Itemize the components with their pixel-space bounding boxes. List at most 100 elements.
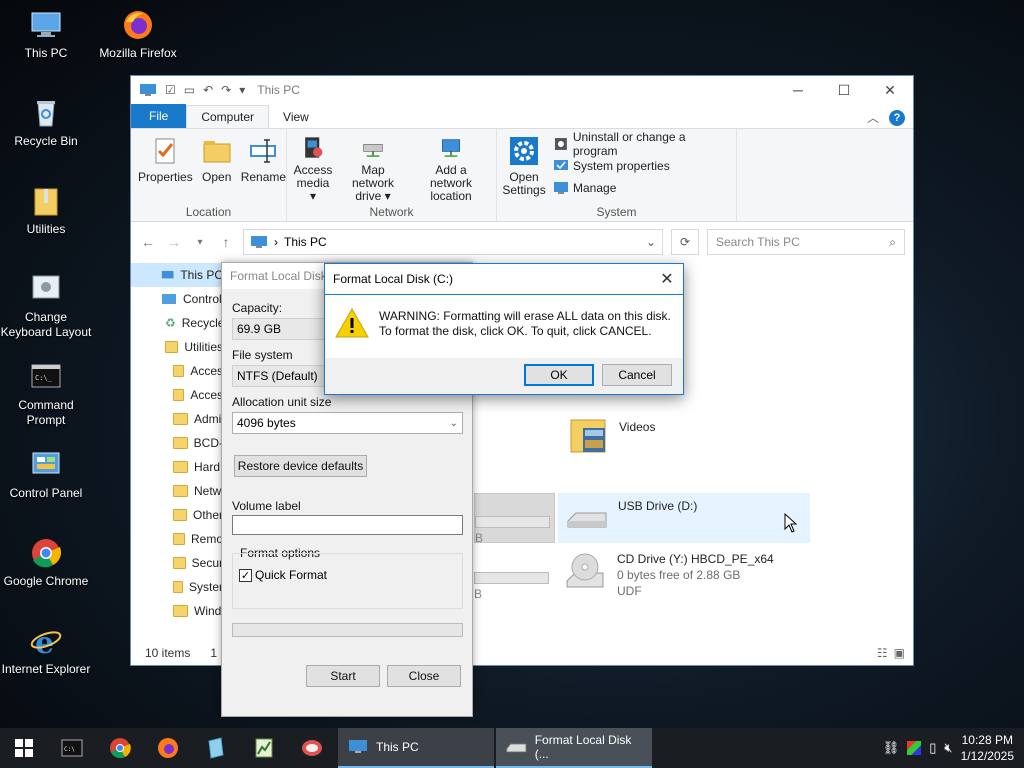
drive-partial-1[interactable]: B [474, 493, 555, 545]
nav-item-folder[interactable]: Admi [131, 407, 223, 431]
close-button[interactable]: ✕ [867, 76, 913, 104]
dialog-close-button[interactable]: ✕ [651, 269, 683, 289]
desktop-icon-internet-explorer[interactable]: e Internet Explorer [0, 624, 92, 677]
tab-view[interactable]: View [269, 106, 323, 128]
manage-button[interactable]: Manage [553, 177, 732, 199]
usb-eject-icon[interactable]: ▯ [929, 740, 936, 756]
folder-videos[interactable]: Videos [569, 414, 655, 456]
search-input[interactable]: Search This PC ⌕ [707, 229, 905, 255]
new-folder-quick-icon[interactable]: ▭ [184, 83, 195, 97]
minimize-button[interactable]: ─ [775, 76, 821, 104]
network-icon[interactable]: ⛓ [883, 740, 900, 756]
help-icon[interactable]: ? [889, 109, 905, 126]
large-icons-view-icon[interactable]: ▣ [894, 646, 905, 660]
details-view-icon[interactable]: ☷ [877, 646, 888, 660]
nav-item-folder[interactable]: Remo [131, 527, 223, 551]
color-app-icon[interactable] [907, 741, 922, 755]
taskbar-firefox[interactable] [144, 728, 192, 768]
start-button[interactable]: Start [306, 665, 380, 687]
folder-icon [173, 365, 185, 377]
desktop-icon-command-prompt[interactable]: C:\_ Command Prompt [0, 360, 92, 428]
nav-item-folder[interactable]: Wind [131, 599, 223, 623]
nav-item-folder[interactable]: Hard [131, 455, 223, 479]
nav-item-recycle[interactable]: ♻ Recycle [131, 311, 223, 335]
refresh-button[interactable]: ⟳ [671, 229, 699, 255]
taskbar-command-prompt[interactable]: C:\ [48, 728, 96, 768]
volume-muted-icon[interactable]: 🔇︎ [944, 740, 952, 756]
drive-icon [506, 743, 527, 753]
undo-icon[interactable]: ↶ [203, 83, 213, 97]
chevron-down-icon[interactable]: ⌄ [646, 235, 656, 249]
drive-cd-y[interactable]: CD Drive (Y:) HBCD_PE_x64 0 bytes free o… [563, 551, 774, 599]
tab-file[interactable]: File [131, 104, 187, 128]
nav-item-folder[interactable]: Secur [131, 551, 223, 575]
nav-item-folder[interactable]: Other [131, 503, 223, 527]
ribbon-group-label: Network [369, 205, 414, 219]
tab-computer[interactable]: Computer [186, 105, 270, 128]
desktop-icon-label: Recycle Bin [14, 134, 78, 148]
properties-icon [155, 138, 175, 164]
collapse-ribbon-icon[interactable]: ︿ [867, 109, 879, 126]
up-button[interactable]: ↑ [217, 234, 235, 250]
volume-label-input[interactable] [232, 515, 463, 535]
format-close-button[interactable]: Close [387, 665, 461, 687]
folder-icon [173, 509, 187, 521]
restore-defaults-button[interactable]: Restore device defaults [234, 455, 367, 477]
system-properties-button[interactable]: System properties [553, 155, 732, 177]
access-media-icon [305, 137, 323, 158]
nav-item-folder[interactable]: Syster [131, 575, 223, 599]
properties-button[interactable]: Properties [135, 133, 196, 205]
folder-label: Videos [619, 420, 656, 434]
desktop-icon-control-panel[interactable]: Control Panel [0, 448, 92, 501]
back-button[interactable]: ← [139, 234, 157, 250]
drive-usage-bar [475, 516, 550, 528]
map-drive-button[interactable]: Map network drive ▾ [337, 133, 409, 205]
allocation-select[interactable]: 4096 bytes ⌄ [232, 412, 463, 434]
nav-item-control[interactable]: Control [131, 287, 223, 311]
rename-button[interactable]: Rename [238, 133, 289, 205]
forward-button[interactable]: → [165, 234, 183, 250]
drive-partial-2[interactable]: B [474, 562, 555, 601]
nav-item-this-pc[interactable]: This PC [131, 263, 223, 287]
drive-usb-d[interactable]: USB Drive (D:) [558, 493, 810, 543]
checkmark-icon: ✓ [239, 568, 252, 582]
nav-item-folder[interactable]: BCD- [131, 431, 223, 455]
taskbar-disk-tool[interactable] [288, 728, 336, 768]
taskbar-chart-tool[interactable] [240, 728, 288, 768]
maximize-button[interactable]: ☐ [821, 76, 867, 104]
breadcrumb[interactable]: This PC [284, 235, 327, 249]
folder-icon [173, 605, 188, 617]
address-bar[interactable]: › This PC ⌄ [243, 229, 663, 255]
taskbar-chrome[interactable] [96, 728, 144, 768]
open-button[interactable]: Open [198, 133, 236, 205]
taskbar-task-this-pc[interactable]: This PC [338, 728, 494, 768]
desktop-icon-utilities[interactable]: Utilities [0, 184, 92, 237]
folder-icon [173, 389, 185, 401]
open-settings-button[interactable]: Open Settings [501, 133, 547, 205]
properties-quick-icon[interactable]: ☑ [165, 83, 176, 97]
desktop-icon-keyboard-layout[interactable]: Change Keyboard Layout [0, 272, 92, 340]
access-media-button[interactable]: Access media ▾ [291, 133, 335, 205]
uninstall-program-button[interactable]: Uninstall or change a program [553, 130, 732, 158]
add-network-location-button[interactable]: Add a network location [411, 133, 491, 205]
customize-chevron-icon[interactable]: ▾ [239, 83, 245, 97]
nav-item-utilities[interactable]: Utilities [131, 335, 223, 359]
nav-item-folder[interactable]: Acces [131, 359, 223, 383]
taskbar-task-format-disk[interactable]: Format Local Disk (... [496, 728, 652, 768]
nav-item-folder[interactable]: Netw [131, 479, 223, 503]
quick-format-checkbox[interactable]: ✓ Quick Format [239, 568, 327, 582]
nav-item-folder[interactable]: Acces [131, 383, 223, 407]
taskbar-notepad[interactable] [192, 728, 240, 768]
taskbar: C:\ This PC Format Local Disk (... ⛓ ▯ 🔇… [0, 728, 1024, 768]
redo-icon[interactable]: ↷ [221, 83, 231, 97]
desktop-icon-recycle-bin[interactable]: Recycle Bin [0, 96, 92, 149]
clock[interactable]: 10:28 PM 1/12/2025 [961, 732, 1014, 764]
svg-text:C:\: C:\ [64, 746, 75, 753]
ok-button[interactable]: OK [524, 364, 594, 386]
recent-locations-icon[interactable]: ▾ [191, 237, 209, 248]
desktop-icon-this-pc[interactable]: This PC [0, 8, 92, 61]
desktop-icon-chrome[interactable]: Google Chrome [0, 536, 92, 589]
start-button[interactable] [0, 728, 48, 768]
desktop-icon-firefox[interactable]: Mozilla Firefox [92, 8, 184, 61]
cancel-button[interactable]: Cancel [602, 364, 672, 386]
